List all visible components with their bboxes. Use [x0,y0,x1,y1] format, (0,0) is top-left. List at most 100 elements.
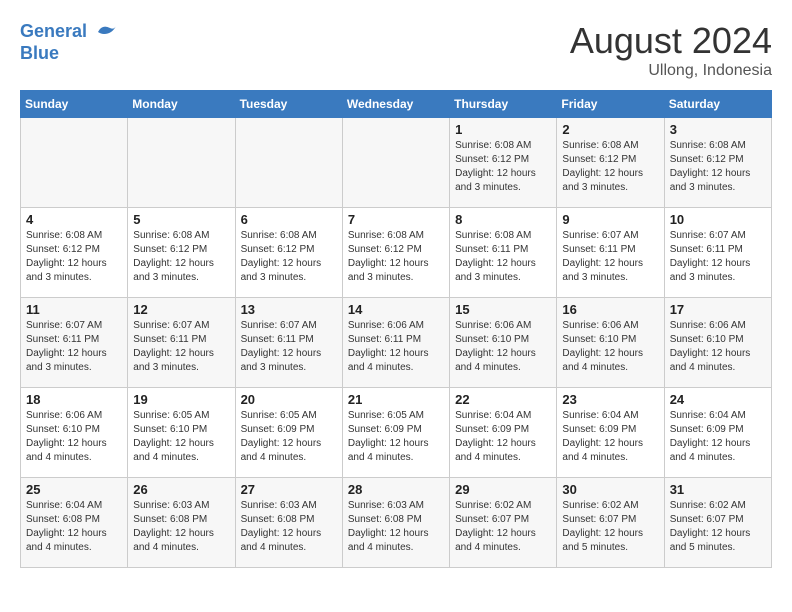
col-header-monday: Monday [128,91,235,118]
calendar-week-row: 4 Sunrise: 6:08 AM Sunset: 6:12 PM Daylig… [21,208,772,298]
calendar-cell: 27 Sunrise: 6:03 AM Sunset: 6:08 PM Dayli… [235,478,342,568]
day-info: Sunrise: 6:02 AM Sunset: 6:07 PM Dayligh… [670,499,766,555]
calendar-cell: 17 Sunrise: 6:06 AM Sunset: 6:10 PM Dayli… [664,298,771,388]
day-info: Sunrise: 6:07 AM Sunset: 6:11 PM Dayligh… [562,229,658,285]
logo: General Blue [20,20,118,64]
day-number: 25 [26,482,122,497]
calendar-cell: 29 Sunrise: 6:02 AM Sunset: 6:07 PM Dayli… [450,478,557,568]
calendar-cell: 12Sunrise: 6:07 AM Sunset: 6:11 PM Dayli… [128,298,235,388]
calendar-body: 1 Sunrise: 6:08 AM Sunset: 6:12 PM Daylig… [21,118,772,568]
day-info: Sunrise: 6:03 AM Sunset: 6:08 PM Dayligh… [133,499,229,555]
day-number: 5 [133,212,229,227]
calendar-table: SundayMondayTuesdayWednesdayThursdayFrid… [20,90,772,568]
day-info: Sunrise: 6:07 AM Sunset: 6:11 PM Dayligh… [26,319,122,375]
day-info: Sunrise: 6:06 AM Sunset: 6:10 PM Dayligh… [26,409,122,465]
day-number: 4 [26,212,122,227]
calendar-cell: 31 Sunrise: 6:02 AM Sunset: 6:07 PM Dayli… [664,478,771,568]
calendar-cell: 26Sunrise: 6:03 AM Sunset: 6:08 PM Dayli… [128,478,235,568]
day-number: 9 [562,212,658,227]
day-number: 23 [562,392,658,407]
day-number: 1 [455,122,551,137]
day-number: 29 [455,482,551,497]
day-number: 2 [562,122,658,137]
day-info: Sunrise: 6:03 AM Sunset: 6:08 PM Dayligh… [348,499,444,555]
calendar-cell: 30 Sunrise: 6:02 AM Sunset: 6:07 PM Dayli… [557,478,664,568]
calendar-cell: 23Sunrise: 6:04 AM Sunset: 6:09 PM Dayli… [557,388,664,478]
calendar-cell: 15 Sunrise: 6:06 AM Sunset: 6:10 PM Dayli… [450,298,557,388]
day-info: Sunrise: 6:02 AM Sunset: 6:07 PM Dayligh… [455,499,551,555]
day-number: 22 [455,392,551,407]
day-number: 13 [241,302,337,317]
day-info: Sunrise: 6:06 AM Sunset: 6:10 PM Dayligh… [562,319,658,375]
col-header-sunday: Sunday [21,91,128,118]
day-info: Sunrise: 6:05 AM Sunset: 6:10 PM Dayligh… [133,409,229,465]
calendar-cell: 8Sunrise: 6:08 AM Sunset: 6:11 PM Daylig… [450,208,557,298]
calendar-cell: 25 Sunrise: 6:04 AM Sunset: 6:08 PM Dayli… [21,478,128,568]
calendar-cell [128,118,235,208]
day-number: 10 [670,212,766,227]
calendar-week-row: 11 Sunrise: 6:07 AM Sunset: 6:11 PM Dayli… [21,298,772,388]
day-info: Sunrise: 6:04 AM Sunset: 6:09 PM Dayligh… [670,409,766,465]
calendar-cell: 19 Sunrise: 6:05 AM Sunset: 6:10 PM Dayli… [128,388,235,478]
col-header-tuesday: Tuesday [235,91,342,118]
calendar-cell: 24 Sunrise: 6:04 AM Sunset: 6:09 PM Dayli… [664,388,771,478]
calendar-week-row: 18 Sunrise: 6:06 AM Sunset: 6:10 PM Dayli… [21,388,772,478]
calendar-cell: 13Sunrise: 6:07 AM Sunset: 6:11 PM Dayli… [235,298,342,388]
calendar-cell: 22 Sunrise: 6:04 AM Sunset: 6:09 PM Dayli… [450,388,557,478]
calendar-cell [21,118,128,208]
day-info: Sunrise: 6:04 AM Sunset: 6:08 PM Dayligh… [26,499,122,555]
day-number: 12 [133,302,229,317]
logo-text: General Blue [20,20,118,64]
day-number: 21 [348,392,444,407]
logo-bird-icon [94,20,118,44]
day-number: 8 [455,212,551,227]
calendar-cell: 14Sunrise: 6:06 AM Sunset: 6:11 PM Dayli… [342,298,449,388]
day-info: Sunrise: 6:08 AM Sunset: 6:12 PM Dayligh… [348,229,444,285]
page-header: General Blue August 2024 Ullong, Indones… [20,20,772,80]
day-info: Sunrise: 6:02 AM Sunset: 6:07 PM Dayligh… [562,499,658,555]
day-info: Sunrise: 6:08 AM Sunset: 6:12 PM Dayligh… [562,139,658,195]
calendar-cell: 20Sunrise: 6:05 AM Sunset: 6:09 PM Dayli… [235,388,342,478]
calendar-cell: 11 Sunrise: 6:07 AM Sunset: 6:11 PM Dayli… [21,298,128,388]
calendar-week-row: 1 Sunrise: 6:08 AM Sunset: 6:12 PM Daylig… [21,118,772,208]
day-info: Sunrise: 6:06 AM Sunset: 6:10 PM Dayligh… [455,319,551,375]
month-year-title: August 2024 [570,20,772,62]
day-info: Sunrise: 6:07 AM Sunset: 6:11 PM Dayligh… [670,229,766,285]
calendar-cell: 2 Sunrise: 6:08 AM Sunset: 6:12 PM Daylig… [557,118,664,208]
day-number: 30 [562,482,658,497]
calendar-cell: 1Sunrise: 6:08 AM Sunset: 6:12 PM Daylig… [450,118,557,208]
day-number: 31 [670,482,766,497]
calendar-cell: 4Sunrise: 6:08 AM Sunset: 6:12 PM Daylig… [21,208,128,298]
calendar-cell: 16 Sunrise: 6:06 AM Sunset: 6:10 PM Dayli… [557,298,664,388]
day-number: 19 [133,392,229,407]
day-number: 6 [241,212,337,227]
day-number: 24 [670,392,766,407]
day-number: 20 [241,392,337,407]
calendar-cell [235,118,342,208]
day-number: 17 [670,302,766,317]
day-info: Sunrise: 6:04 AM Sunset: 6:09 PM Dayligh… [455,409,551,465]
day-number: 16 [562,302,658,317]
logo-line2: Blue [20,43,59,63]
day-number: 18 [26,392,122,407]
day-info: Sunrise: 6:06 AM Sunset: 6:11 PM Dayligh… [348,319,444,375]
day-info: Sunrise: 6:08 AM Sunset: 6:12 PM Dayligh… [670,139,766,195]
day-number: 11 [26,302,122,317]
day-info: Sunrise: 6:03 AM Sunset: 6:08 PM Dayligh… [241,499,337,555]
logo-line1: General [20,21,87,41]
calendar-cell: 21 Sunrise: 6:05 AM Sunset: 6:09 PM Dayli… [342,388,449,478]
day-number: 27 [241,482,337,497]
day-number: 15 [455,302,551,317]
calendar-cell: 18 Sunrise: 6:06 AM Sunset: 6:10 PM Dayli… [21,388,128,478]
col-header-saturday: Saturday [664,91,771,118]
calendar-header-row: SundayMondayTuesdayWednesdayThursdayFrid… [21,91,772,118]
calendar-cell: 7Sunrise: 6:08 AM Sunset: 6:12 PM Daylig… [342,208,449,298]
title-block: August 2024 Ullong, Indonesia [570,20,772,80]
day-info: Sunrise: 6:05 AM Sunset: 6:09 PM Dayligh… [348,409,444,465]
col-header-thursday: Thursday [450,91,557,118]
day-info: Sunrise: 6:06 AM Sunset: 6:10 PM Dayligh… [670,319,766,375]
calendar-cell: 3Sunrise: 6:08 AM Sunset: 6:12 PM Daylig… [664,118,771,208]
day-info: Sunrise: 6:08 AM Sunset: 6:12 PM Dayligh… [241,229,337,285]
calendar-cell [342,118,449,208]
location-subtitle: Ullong, Indonesia [570,62,772,80]
